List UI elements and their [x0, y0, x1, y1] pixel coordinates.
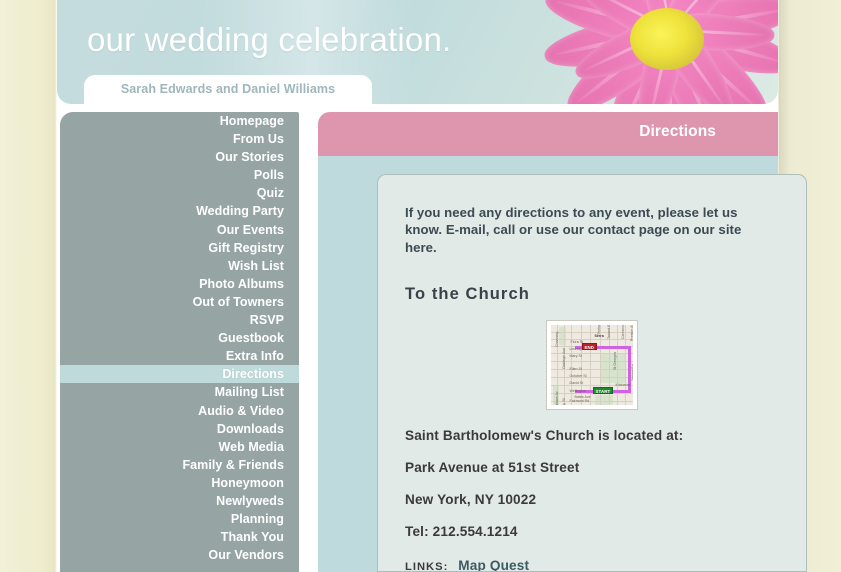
- site-container: our wedding celebration. Sarah Edwards a…: [57, 0, 807, 572]
- links-row: LINKS: Map Quest: [405, 558, 778, 572]
- content-column: Directions If you need any directions to…: [318, 112, 807, 572]
- address-line-venue: Saint Bartholomew's Church is located at…: [405, 427, 684, 443]
- sidebar-item-thank-you[interactable]: Thank You: [60, 528, 299, 546]
- map-start-marker: START: [592, 386, 614, 394]
- banner-title: our wedding celebration.: [87, 21, 452, 58]
- sidebar-item-our-events[interactable]: Our Events: [60, 221, 299, 239]
- couple-names-plaque: Sarah Edwards and Daniel Williams: [84, 75, 372, 104]
- address-line-street: Park Avenue at 51st Street: [405, 459, 580, 475]
- sidebar-item-quiz[interactable]: Quiz: [60, 184, 299, 202]
- map-end-marker: END: [581, 342, 598, 350]
- section-heading: To the Church: [405, 284, 530, 303]
- map-quest-link[interactable]: Map Quest: [458, 558, 529, 571]
- sidebar-item-web-media[interactable]: Web Media: [60, 438, 299, 456]
- sidebar-item-gift-registry[interactable]: Gift Registry: [60, 239, 299, 257]
- sidebar-item-extra-info[interactable]: Extra Info: [60, 347, 299, 365]
- sidebar-item-homepage[interactable]: Homepage: [60, 112, 299, 130]
- sidebar-item-planning[interactable]: Planning: [60, 510, 299, 528]
- route-map-thumbnail[interactable]: Serra Flora St Lindsay Dr Mary St Ellen …: [545, 319, 638, 410]
- page-title-bar: Directions: [318, 112, 778, 156]
- sidebar-item-guestbook[interactable]: Guestbook: [60, 329, 299, 347]
- sidebar-item-directions[interactable]: Directions: [60, 365, 299, 384]
- flower-center-icon: [630, 8, 704, 70]
- sidebar-item-polls[interactable]: Polls: [60, 166, 299, 184]
- sidebar-item-honeymoon[interactable]: Honeymoon: [60, 474, 299, 492]
- sidebar-item-photo-albums[interactable]: Photo Albums: [60, 275, 299, 293]
- sidebar-item-rsvp[interactable]: RSVP: [60, 311, 299, 329]
- page-title: Directions: [639, 123, 716, 140]
- links-label: LINKS:: [405, 560, 449, 572]
- sidebar-item-out-of-towners[interactable]: Out of Towners: [60, 293, 299, 311]
- sidebar-item-family-friends[interactable]: Family & Friends: [60, 456, 299, 474]
- pink-gerbera-flower-icon: [522, 0, 778, 104]
- sidebar-item-our-vendors[interactable]: Our Vendors: [60, 546, 299, 564]
- map-thumbnail-wrapper: Serra Flora St Lindsay Dr Mary St Ellen …: [405, 319, 778, 410]
- sidebar-navigation: Homepage From Us Our Stories Polls Quiz Weddi…: [60, 112, 299, 572]
- sidebar-item-downloads[interactable]: Downloads: [60, 420, 299, 438]
- address-block: Saint Bartholomew's Church is located at…: [405, 428, 778, 539]
- sidebar-item-our-stories[interactable]: Our Stories: [60, 148, 299, 166]
- sidebar-item-wish-list[interactable]: Wish List: [60, 257, 299, 275]
- couple-names: Sarah Edwards and Daniel Williams: [120, 82, 336, 96]
- address-line-phone: Tel: 212.554.1214: [405, 523, 518, 539]
- sidebar-item-audio-video[interactable]: Audio & Video: [60, 402, 299, 420]
- sidebar-item-mailing-list[interactable]: Mailing List: [60, 383, 299, 401]
- sidebar-item-from-us[interactable]: From Us: [60, 130, 299, 148]
- sidebar-item-newlyweds[interactable]: Newlyweds: [60, 492, 299, 510]
- intro-text: If you need any directions to any event,…: [405, 205, 742, 255]
- content-panel: If you need any directions to any event,…: [377, 174, 807, 572]
- site-banner: our wedding celebration. Sarah Edwards a…: [57, 0, 778, 104]
- sidebar-item-wedding-party[interactable]: Wedding Party: [60, 202, 299, 220]
- address-line-city: New York, NY 10022: [405, 491, 537, 507]
